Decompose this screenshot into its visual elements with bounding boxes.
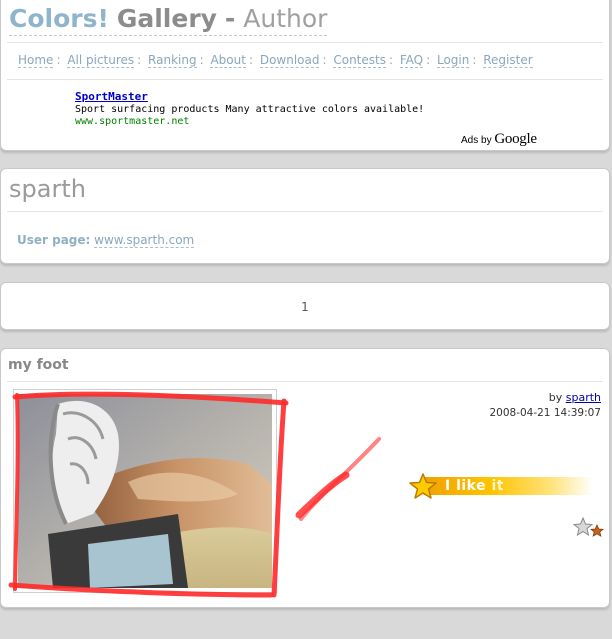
picture-panel: my foot by sparth 2008-04-21 14:39:07 I … [0, 348, 610, 608]
author-panel: sparth User page: www.sparth.com [0, 168, 610, 264]
ads-by-label: Ads by [461, 135, 492, 146]
nav-ranking[interactable]: Ranking [148, 53, 197, 68]
star-icon [409, 473, 437, 499]
nav-contests[interactable]: Contests [333, 53, 386, 68]
page-number[interactable]: 1 [1, 300, 609, 314]
picture-title: my foot [8, 357, 69, 373]
google-logo: Google [494, 131, 537, 147]
user-page-link[interactable]: www.sparth.com [94, 233, 195, 248]
ad-url[interactable]: www.sportmaster.net [75, 116, 189, 127]
nav-login[interactable]: Login [436, 53, 470, 68]
user-page-label: User page: [17, 233, 91, 247]
i-like-it-button[interactable]: I like it [409, 473, 593, 499]
by-label: by [548, 391, 563, 404]
site-title[interactable]: Colors! Gallery - Author [9, 4, 328, 36]
picture-date: 2008-04-21 14:39:07 [489, 407, 601, 419]
divider [7, 42, 603, 43]
site-title-author: Author [243, 4, 328, 33]
site-title-colors: Colors! [9, 4, 109, 33]
nav-separator: : [137, 53, 142, 67]
nav-all-pictures[interactable]: All pictures [67, 53, 135, 68]
nav-separator: : [388, 53, 394, 67]
nav-separator: : [199, 53, 204, 67]
nav-register[interactable]: Register [483, 53, 533, 68]
author-name: sparth [9, 175, 86, 203]
like-label-main: I like [445, 478, 487, 494]
nav-download[interactable]: Download [259, 53, 320, 68]
picture-author-link[interactable]: sparth [566, 391, 601, 404]
nav-separator: : [322, 53, 327, 67]
nav-separator: : [248, 53, 253, 67]
site-title-gallery: Gallery [116, 4, 217, 33]
like-label-it: it [491, 478, 504, 494]
painting-image [18, 394, 272, 588]
picture-thumbnail[interactable] [13, 389, 277, 593]
site-title-dash: - [224, 4, 236, 33]
main-nav: Home: All pictures: Ranking: About: Down… [18, 53, 533, 68]
ad-title-link[interactable]: SportMaster [75, 90, 148, 103]
nav-home[interactable]: Home [18, 53, 54, 68]
nav-separator: : [472, 53, 477, 67]
favorite-stars-icon[interactable] [573, 517, 605, 537]
divider [7, 79, 603, 80]
ads-by-google[interactable]: Ads by Google [461, 131, 537, 148]
divider [7, 211, 603, 212]
ad-text: Sport surfacing products Many attractive… [75, 104, 425, 115]
nav-about[interactable]: About [210, 53, 246, 68]
header-panel: Colors! Gallery - Author Home: All pictu… [0, 0, 610, 151]
nav-separator: : [56, 53, 61, 67]
nav-faq[interactable]: FAQ [399, 53, 424, 68]
divider [7, 381, 603, 382]
picture-byline: by sparth [549, 391, 601, 404]
pagination-panel: 1 [0, 282, 610, 330]
nav-separator: : [426, 53, 431, 67]
like-label: I like it [445, 477, 504, 495]
user-page: User page: www.sparth.com [17, 233, 195, 248]
